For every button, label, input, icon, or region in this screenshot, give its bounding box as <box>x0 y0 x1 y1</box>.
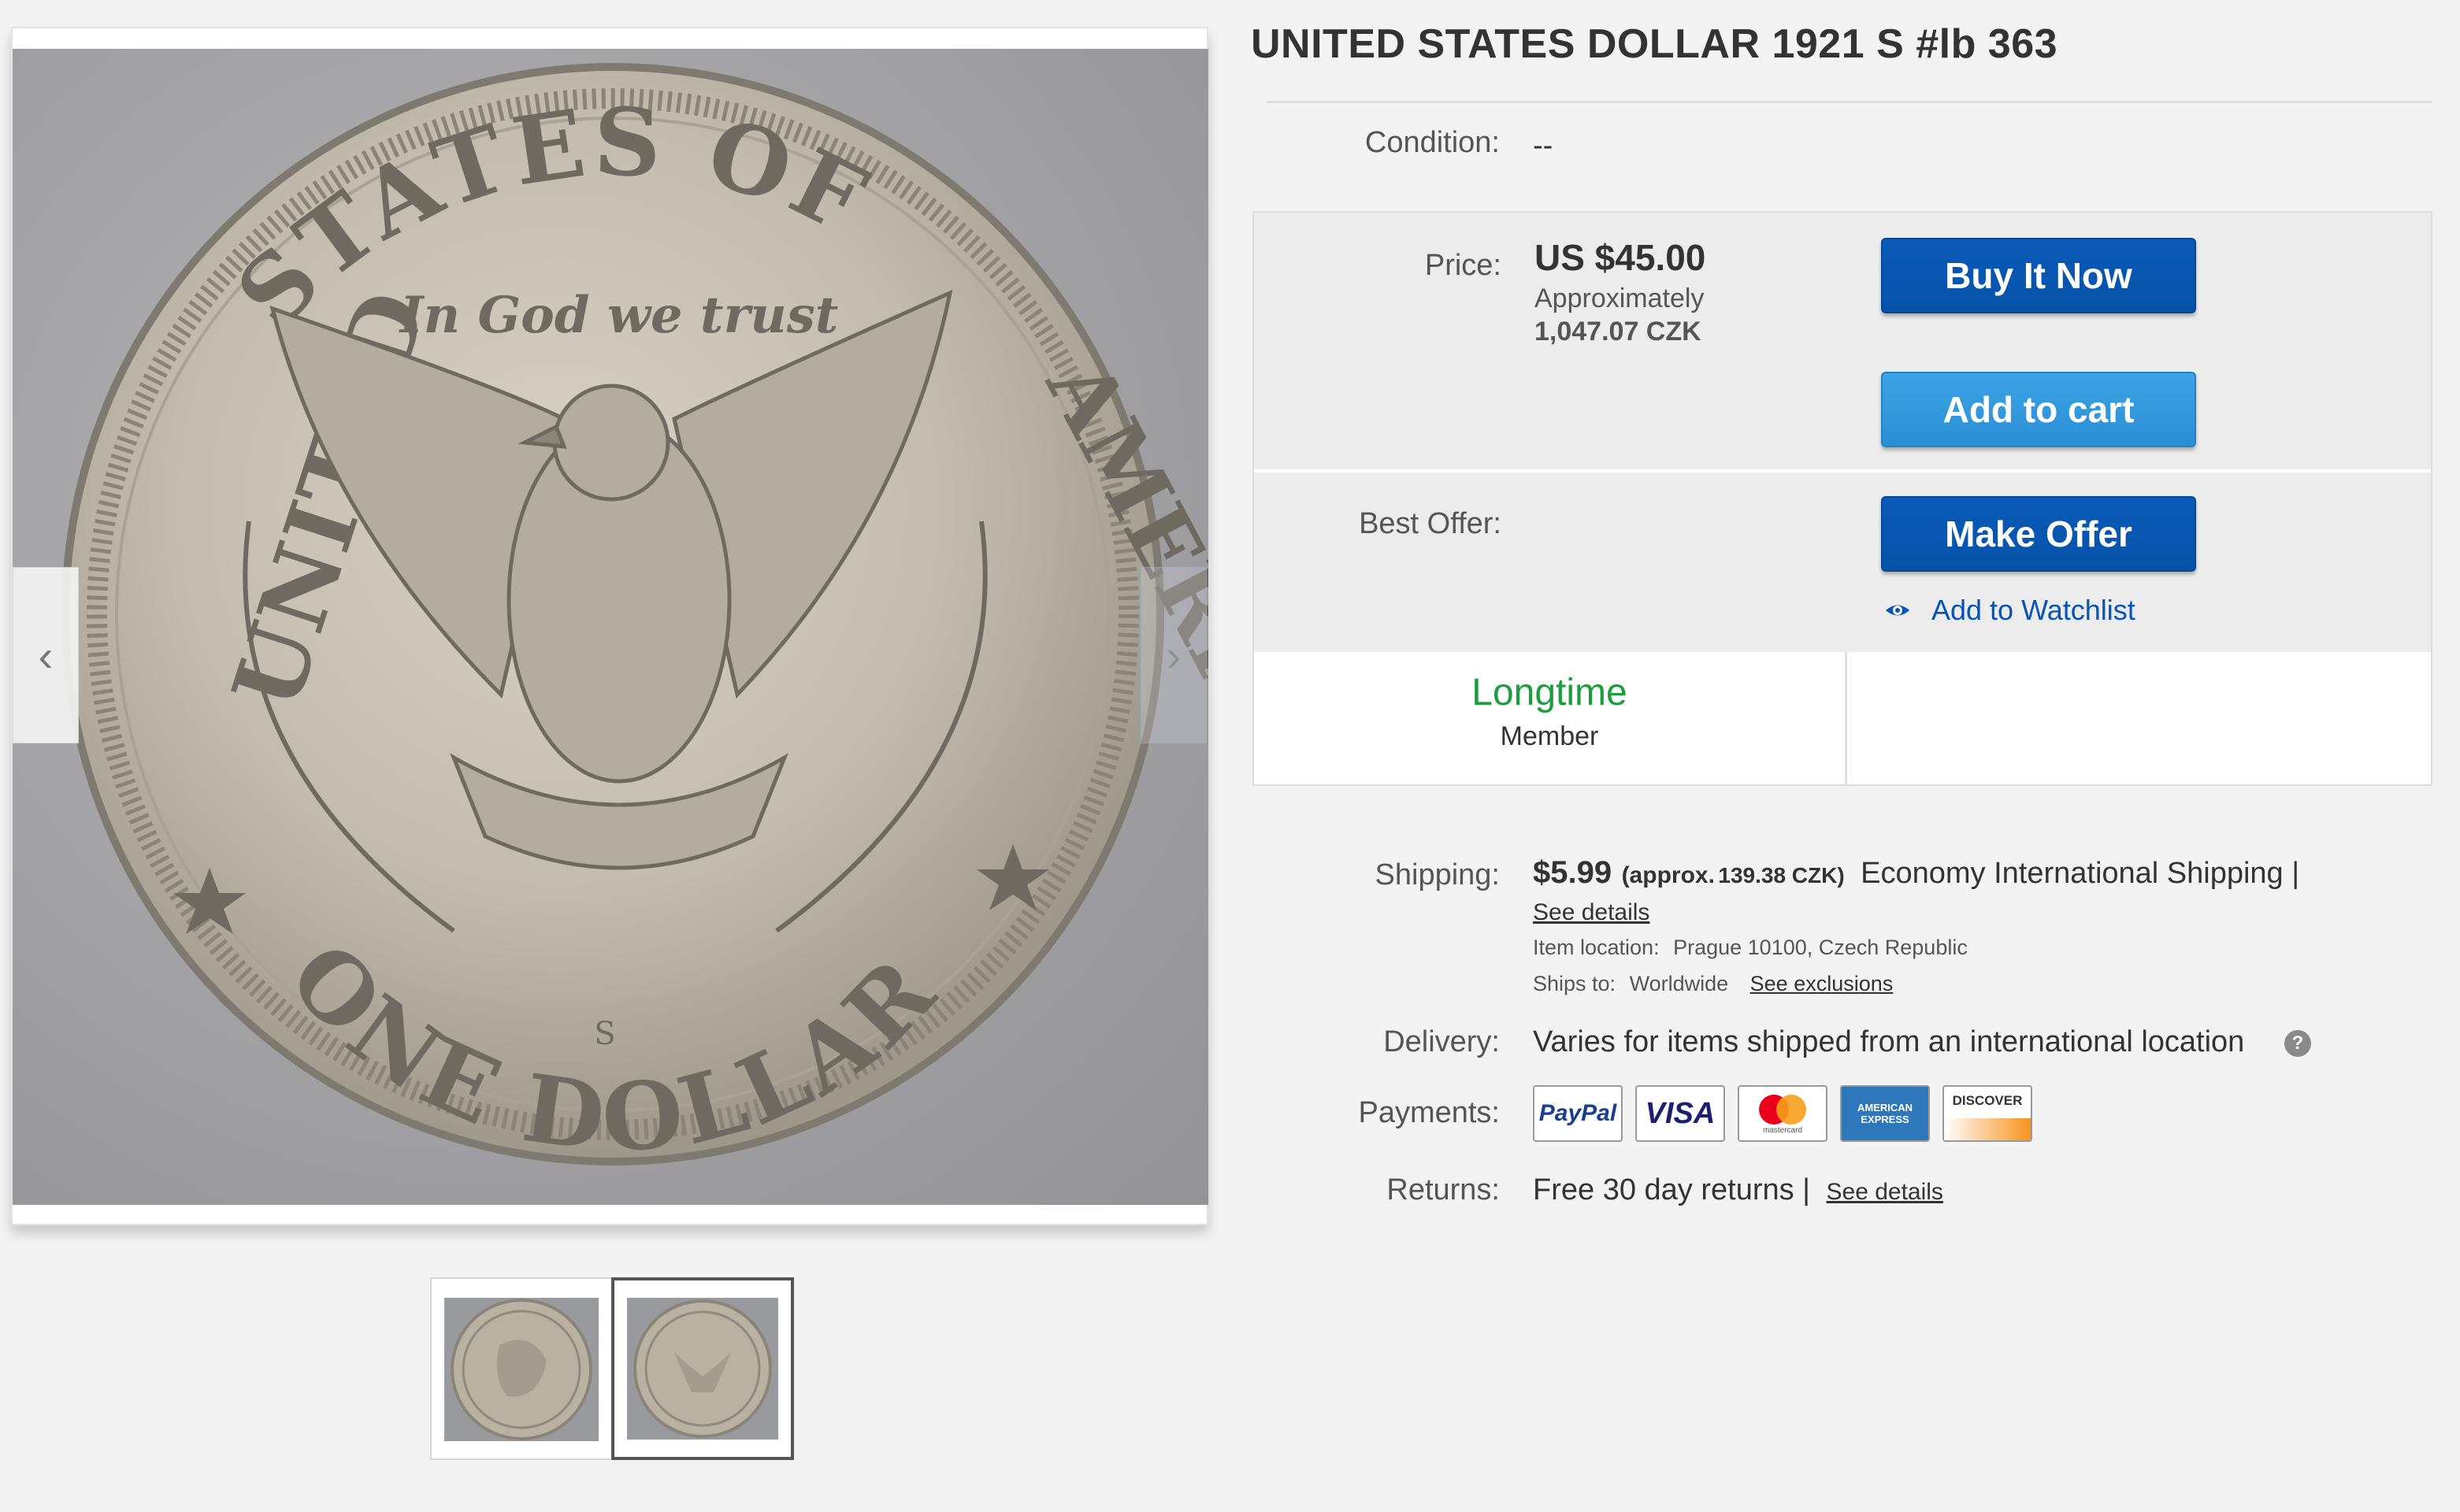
shipping-summary: $5.99 (approx. 139.38 CZK) Economy Inter… <box>1533 855 2299 891</box>
make-offer-button[interactable]: Make Offer <box>1881 496 2196 572</box>
item-location-label: Item location: <box>1533 936 1660 959</box>
member-badge-title: Longtime <box>1471 672 1627 713</box>
item-location-row: Item location: Prague 10100, Czech Repub… <box>1533 936 1968 960</box>
amex-logo: AMERICAN EXPRESS <box>1840 1085 1930 1142</box>
price-approx-value: 1,047.07 CZK <box>1534 317 1701 346</box>
visa-logo: VISA <box>1635 1085 1725 1142</box>
price-approx-label: Approximately <box>1534 284 1705 313</box>
eye-icon <box>1884 597 1911 624</box>
returns-label: Returns: <box>1386 1173 1500 1206</box>
thumbnail-obverse[interactable] <box>441 1288 602 1451</box>
thumbnail-coin-obverse-image <box>451 1299 592 1440</box>
previous-image-button[interactable]: ‹ <box>13 567 79 743</box>
member-panel-divider <box>1845 652 1847 784</box>
returns-row: Free 30 day returns | See details <box>1533 1173 1943 1207</box>
ships-to-value: Worldwide <box>1629 972 1729 995</box>
condition-value: -- <box>1533 129 1553 162</box>
returns-see-details-link[interactable]: See details <box>1827 1179 1943 1205</box>
ships-to-row: Ships to: Worldwide See exclusions <box>1533 972 1893 996</box>
coin-motto: In God we trust <box>399 286 839 345</box>
ships-to-label: Ships to: <box>1533 972 1616 995</box>
image-gallery: STATES OF UNITED AMERICA In God we trust… <box>11 27 1208 1225</box>
coin-image: STATES OF UNITED AMERICA In God we trust… <box>61 63 1208 1173</box>
shipping-approx-value: 139.38 CZK) <box>1718 863 1845 888</box>
buy-it-now-button[interactable]: Buy It Now <box>1881 238 2196 313</box>
delivery-value: Varies for items shipped from an interna… <box>1533 1025 2245 1058</box>
best-offer-label: Best Offer: <box>1359 507 1501 540</box>
payments-label: Payments: <box>1358 1096 1500 1129</box>
see-exclusions-link[interactable]: See exclusions <box>1750 972 1894 995</box>
shipping-cost: $5.99 <box>1533 855 1612 890</box>
discover-stripe <box>1944 1118 2031 1140</box>
add-to-watchlist-link[interactable]: Add to Watchlist <box>1884 594 2135 627</box>
shipping-see-details-link[interactable]: See details <box>1533 899 1649 926</box>
shipping-label: Shipping: <box>1375 858 1500 891</box>
buy-box-divider <box>1254 469 2431 472</box>
add-to-cart-button[interactable]: Add to cart <box>1881 372 2196 447</box>
price-label: Price: <box>1424 249 1501 282</box>
member-badge-subtitle: Member <box>1500 721 1599 751</box>
thumbnail-reverse-selected[interactable] <box>611 1277 794 1460</box>
help-icon[interactable]: ? <box>2284 1030 2311 1057</box>
paypal-logo: PayPal <box>1533 1085 1623 1142</box>
mastercard-circles <box>1759 1094 1806 1125</box>
delivery-label: Delivery: <box>1383 1025 1500 1058</box>
item-location-value: Prague 10100, Czech Republic <box>1673 936 1968 959</box>
next-image-button[interactable]: › <box>1141 567 1207 743</box>
main-item-photo[interactable]: STATES OF UNITED AMERICA In God we trust… <box>13 49 1208 1205</box>
watchlist-label: Add to Watchlist <box>1931 594 2135 626</box>
coin-mint-mark: S <box>594 1016 615 1052</box>
discover-logo: DISCOVER <box>1942 1085 2032 1142</box>
item-title: UNITED STATES DOLLAR 1921 S #lb 363 <box>1251 21 2058 67</box>
price-amount: US $45.00 <box>1534 237 1706 278</box>
thumbnail-coin-reverse-image <box>633 1299 772 1438</box>
title-divider <box>1267 101 2432 103</box>
shipping-approx: (approx. <box>1621 862 1715 888</box>
shipping-method: Economy International Shipping | <box>1861 857 2300 890</box>
mastercard-logo: mastercard <box>1738 1085 1827 1142</box>
condition-label: Condition: <box>1364 126 1500 159</box>
returns-value: Free 30 day returns | <box>1533 1173 1811 1206</box>
buy-box: Price: US $45.00 Approximately 1,047.07 … <box>1252 211 2432 786</box>
thumbnail-strip <box>430 1277 794 1460</box>
